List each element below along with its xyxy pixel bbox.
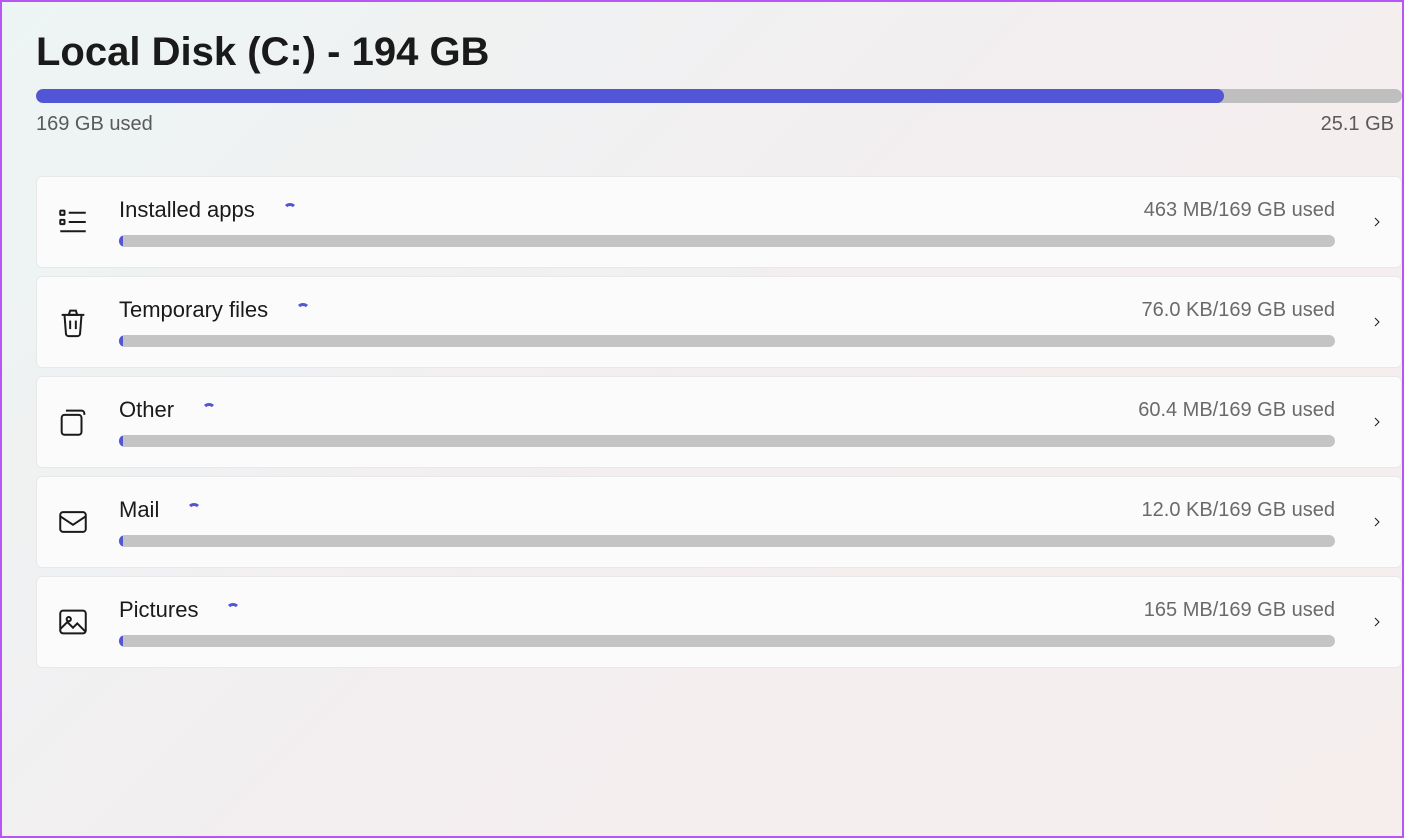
category-name: Pictures: [119, 597, 198, 623]
category-progress-bar: [119, 235, 1335, 247]
category-progress-fill: [119, 535, 123, 547]
loading-spinner-icon: [283, 203, 297, 217]
category-progress-bar: [119, 435, 1335, 447]
category-temporary-files[interactable]: Temporary files 76.0 KB/169 GB used: [36, 276, 1402, 368]
usage-labels: 169 GB used 25.1 GB: [36, 113, 1402, 136]
chevron-right-icon: [1369, 314, 1385, 330]
category-usage: 60.4 MB/169 GB used: [1138, 399, 1335, 422]
disk-usage-fill: [36, 89, 1224, 103]
loading-spinner-icon: [187, 503, 201, 517]
category-progress-bar: [119, 635, 1335, 647]
category-usage: 463 MB/169 GB used: [1144, 199, 1335, 222]
category-progress-bar: [119, 335, 1335, 347]
category-mail[interactable]: Mail 12.0 KB/169 GB used: [36, 476, 1402, 568]
page-title: Local Disk (C:) - 194 GB: [36, 30, 1402, 75]
folder-stack-icon: [53, 402, 93, 442]
free-space-label: 25.1 GB: [1321, 113, 1394, 136]
mail-icon: [53, 502, 93, 542]
category-header: Installed apps 463 MB/169 GB used: [119, 197, 1335, 223]
category-content: Temporary files 76.0 KB/169 GB used: [119, 297, 1335, 347]
category-progress-fill: [119, 435, 123, 447]
loading-spinner-icon: [202, 403, 216, 417]
apps-list-icon: [53, 202, 93, 242]
category-content: Installed apps 463 MB/169 GB used: [119, 197, 1335, 247]
category-name: Mail: [119, 497, 159, 523]
category-name: Other: [119, 397, 174, 423]
category-content: Mail 12.0 KB/169 GB used: [119, 497, 1335, 547]
category-header: Pictures 165 MB/169 GB used: [119, 597, 1335, 623]
used-space-label: 169 GB used: [36, 113, 153, 136]
category-other[interactable]: Other 60.4 MB/169 GB used: [36, 376, 1402, 468]
category-usage: 165 MB/169 GB used: [1144, 599, 1335, 622]
category-usage: 76.0 KB/169 GB used: [1142, 299, 1335, 322]
chevron-right-icon: [1369, 214, 1385, 230]
loading-spinner-icon: [296, 303, 310, 317]
trash-icon: [53, 302, 93, 342]
category-progress-fill: [119, 335, 123, 347]
category-installed-apps[interactable]: Installed apps 463 MB/169 GB used: [36, 176, 1402, 268]
category-list: Installed apps 463 MB/169 GB used Tempor…: [36, 176, 1402, 668]
category-header: Other 60.4 MB/169 GB used: [119, 397, 1335, 423]
chevron-right-icon: [1369, 514, 1385, 530]
category-name: Temporary files: [119, 297, 268, 323]
category-content: Pictures 165 MB/169 GB used: [119, 597, 1335, 647]
category-progress-fill: [119, 235, 123, 247]
chevron-right-icon: [1369, 414, 1385, 430]
category-header: Temporary files 76.0 KB/169 GB used: [119, 297, 1335, 323]
category-name: Installed apps: [119, 197, 255, 223]
category-header: Mail 12.0 KB/169 GB used: [119, 497, 1335, 523]
image-icon: [53, 602, 93, 642]
disk-header: Local Disk (C:) - 194 GB 169 GB used 25.…: [36, 30, 1402, 136]
loading-spinner-icon: [226, 603, 240, 617]
chevron-right-icon: [1369, 614, 1385, 630]
category-progress-bar: [119, 535, 1335, 547]
category-content: Other 60.4 MB/169 GB used: [119, 397, 1335, 447]
category-usage: 12.0 KB/169 GB used: [1142, 499, 1335, 522]
disk-usage-bar: [36, 89, 1402, 103]
category-progress-fill: [119, 635, 123, 647]
category-pictures[interactable]: Pictures 165 MB/169 GB used: [36, 576, 1402, 668]
